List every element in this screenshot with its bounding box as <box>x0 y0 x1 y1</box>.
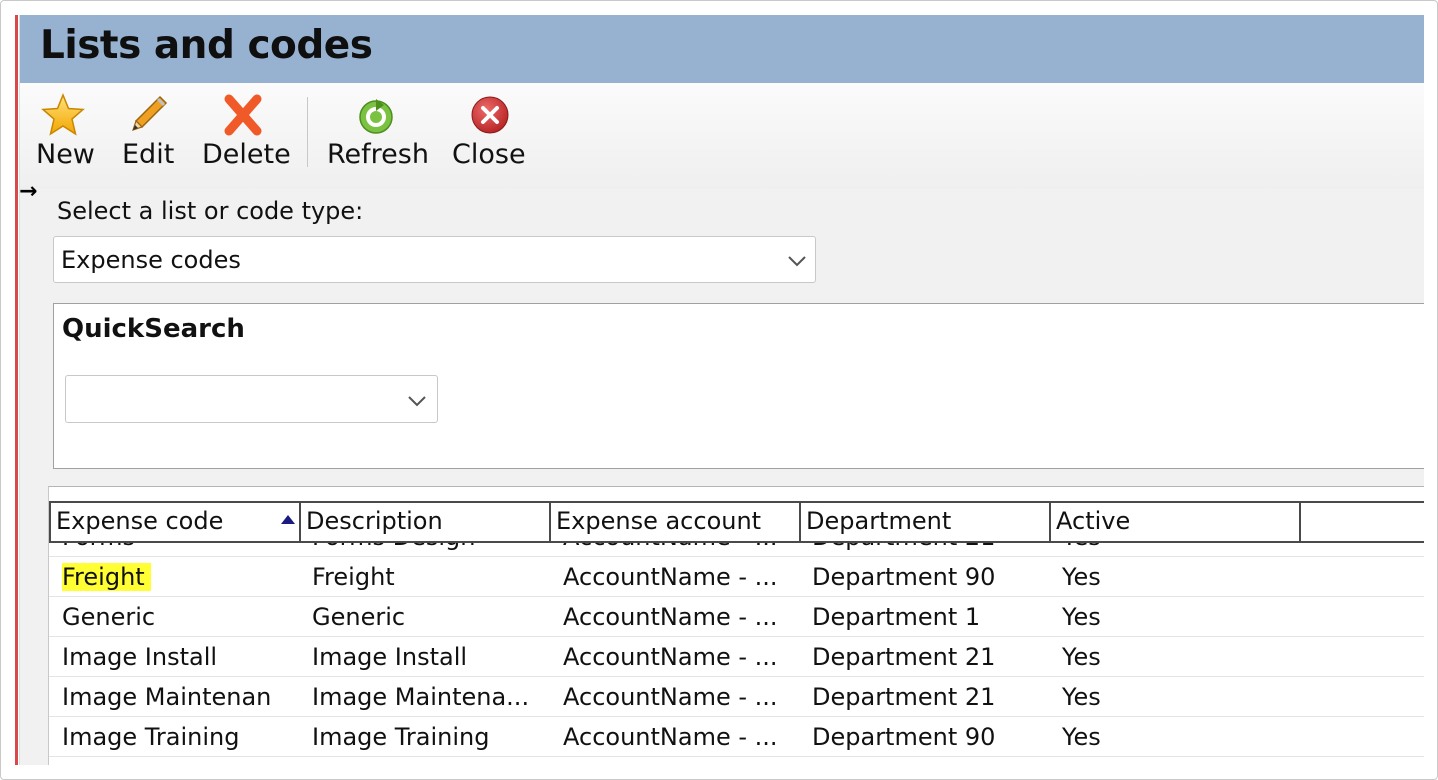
cell-account: AccountName - ... <box>563 603 778 631</box>
cell-code: Image Maintenan <box>62 683 272 711</box>
table-row[interactable]: Image Maintenan Image Maintena... Accoun… <box>49 677 1424 717</box>
table-row[interactable]: Image Training Image Training AccountNam… <box>49 717 1424 757</box>
pencil-icon <box>132 95 168 131</box>
cell-account: AccountName - ... <box>563 543 778 557</box>
column-header-filler <box>1299 503 1424 541</box>
grid-body: Forms Forms Design AccountName - ... Dep… <box>49 543 1424 765</box>
table-row-partial[interactable]: Forms Forms Design AccountName - ... Dep… <box>49 543 1424 557</box>
cell-description: Image Training <box>312 723 490 751</box>
quicksearch-panel: QuickSearch <box>53 303 1424 469</box>
new-button[interactable]: New <box>34 89 96 170</box>
column-header-active[interactable]: Active <box>1049 503 1299 541</box>
sort-ascending-icon <box>281 515 295 524</box>
highlighted-code: Freight <box>62 563 151 591</box>
toolbar-separator <box>307 97 308 167</box>
cell-code: Generic <box>62 603 156 631</box>
table-row[interactable]: Generic Generic AccountName - ... Depart… <box>49 597 1424 637</box>
cell-code: Image Install <box>62 643 218 671</box>
cell-department: Department 1 <box>812 603 981 631</box>
cell-description: Image Install <box>312 643 468 671</box>
cell-department: Department 21 <box>812 543 995 557</box>
chevron-down-icon <box>788 256 806 267</box>
cell-account: AccountName - ... <box>563 683 778 711</box>
window-title: Lists and codes <box>40 23 373 68</box>
refresh-icon <box>359 99 393 134</box>
new-label: New <box>36 139 95 170</box>
table-row[interactable]: Image Install Image Install AccountName … <box>49 637 1424 677</box>
screenshot-frame: Lists and codes New Edit Delete Refresh … <box>0 0 1438 780</box>
star-icon <box>41 93 85 136</box>
toolbar: New Edit Delete Refresh Close <box>20 83 1424 189</box>
cell-active: Yes <box>1062 563 1101 591</box>
cell-code: Forms <box>62 543 135 557</box>
column-header-expense-account[interactable]: Expense account <box>549 503 799 541</box>
cell-account: AccountName - ... <box>563 643 778 671</box>
cell-active: Yes <box>1062 683 1101 711</box>
close-button[interactable]: Close <box>450 89 530 170</box>
refresh-label: Refresh <box>327 139 429 170</box>
cell-code: Image Training <box>62 723 240 751</box>
delete-button[interactable]: Delete <box>198 89 291 170</box>
column-header-expense-code[interactable]: Expense code <box>49 503 299 541</box>
cell-department: Department 21 <box>812 643 996 671</box>
edit-label: Edit <box>122 139 175 170</box>
cell-account: AccountName - ... <box>563 723 778 751</box>
cell-description: Image Maintena... <box>312 683 530 711</box>
lists-and-codes-window: Lists and codes New Edit Delete Refresh … <box>20 15 1424 765</box>
chevron-down-icon <box>408 396 426 407</box>
close-label: Close <box>452 139 526 170</box>
list-type-dropdown[interactable]: Expense codes <box>53 236 816 283</box>
column-header-department[interactable]: Department <box>799 503 1049 541</box>
list-type-label: Select a list or code type: <box>57 197 364 225</box>
delete-label: Delete <box>202 139 291 170</box>
cell-code: Freight <box>62 557 151 597</box>
edit-button[interactable]: Edit <box>120 89 176 170</box>
cell-active: Yes <box>1062 603 1101 631</box>
quicksearch-dropdown[interactable] <box>65 375 438 423</box>
cell-description: Forms Design <box>312 543 475 557</box>
list-type-value: Expense codes <box>61 246 241 274</box>
cell-active: Yes <box>1062 723 1101 751</box>
quicksearch-title: QuickSearch <box>62 314 245 344</box>
title-bar: Lists and codes <box>20 15 1424 83</box>
cell-account: AccountName - ... <box>563 563 778 591</box>
refresh-button[interactable]: Refresh <box>324 89 429 170</box>
red-x-icon <box>224 94 262 136</box>
column-header-description[interactable]: Description <box>299 503 549 541</box>
cell-description: Freight <box>312 563 395 591</box>
pointer-arrow-icon: → <box>19 179 38 204</box>
cell-active: Yes <box>1062 643 1101 671</box>
close-circle-icon <box>471 96 509 134</box>
cell-department: Department 21 <box>812 683 996 711</box>
left-accent-bar <box>15 15 18 765</box>
grid-header: Expense code Description Expense account… <box>49 501 1424 543</box>
expense-codes-grid: Expense code Description Expense account… <box>48 486 1424 765</box>
cell-department: Department 90 <box>812 563 996 591</box>
cell-description: Generic <box>312 603 406 631</box>
cell-active: Yes <box>1062 543 1101 557</box>
table-row[interactable]: Freight Freight AccountName - ... Depart… <box>49 557 1424 597</box>
cell-department: Department 90 <box>812 723 996 751</box>
